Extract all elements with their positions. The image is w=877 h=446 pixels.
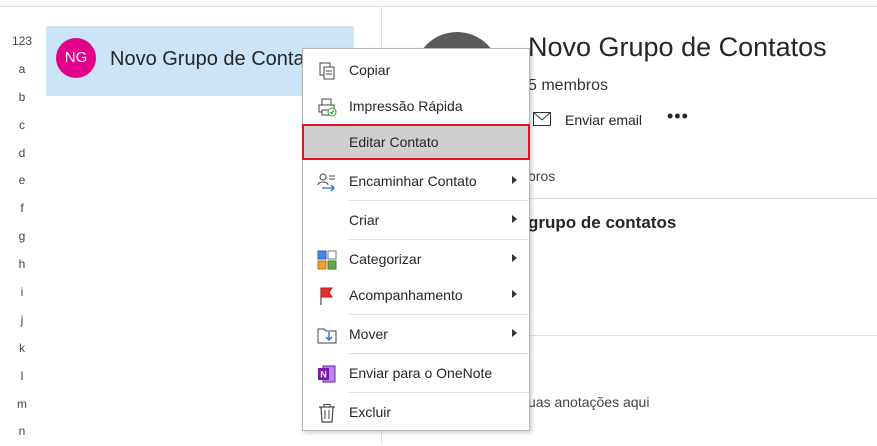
menu-item-label: Copiar	[349, 62, 391, 78]
move-icon	[317, 328, 337, 344]
top-border	[0, 0, 877, 7]
menu-item-forward-contact[interactable]: Encaminhar Contato	[303, 164, 529, 198]
notes-placeholder[interactable]: uas anotações aqui	[528, 394, 649, 410]
alpha-index-item[interactable]: j	[0, 307, 44, 335]
more-options-button[interactable]: •••	[667, 106, 689, 127]
send-email-button[interactable]: Enviar email	[565, 112, 642, 128]
detail-title: Novo Grupo de Contatos	[528, 32, 827, 62]
menu-separator	[349, 239, 529, 240]
alpha-index-item[interactable]: b	[0, 84, 44, 112]
alpha-index-item[interactable]: d	[0, 140, 44, 168]
menu-separator	[349, 353, 529, 354]
contact-name: Novo Grupo de Contatos	[110, 48, 332, 70]
svg-text:N: N	[320, 370, 327, 380]
context-menu: Copiar Impressão Rápida Editar Contato E…	[302, 48, 530, 431]
menu-item-follow-up[interactable]: Acompanhamento	[303, 278, 529, 312]
menu-separator	[349, 314, 529, 315]
alpha-index-item[interactable]: n	[0, 418, 44, 446]
alpha-index-item[interactable]: e	[0, 167, 44, 195]
section-heading: grupo de contatos	[528, 213, 677, 232]
submenu-arrow-icon	[512, 215, 517, 223]
submenu-arrow-icon	[512, 254, 517, 262]
alpha-index-item[interactable]: c	[0, 112, 44, 140]
quick-print-icon	[318, 98, 337, 117]
alpha-index-item[interactable]: 123	[0, 28, 44, 56]
categorize-icon	[317, 250, 337, 270]
forward-contact-icon	[317, 173, 335, 192]
flag-icon	[320, 287, 333, 305]
submenu-arrow-icon	[512, 329, 517, 337]
menu-item-send-to-onenote[interactable]: N Enviar para o OneNote	[303, 356, 529, 390]
menu-item-label: Enviar para o OneNote	[349, 365, 493, 381]
submenu-arrow-icon	[512, 290, 517, 298]
alpha-index-item[interactable]: k	[0, 335, 44, 363]
alpha-index-item[interactable]: g	[0, 223, 44, 251]
alpha-index-item[interactable]: i	[0, 279, 44, 307]
submenu-arrow-icon	[512, 176, 517, 184]
menu-item-label: Acompanhamento	[349, 287, 463, 303]
menu-item-label: Impressão Rápida	[349, 98, 463, 114]
copy-icon	[319, 62, 335, 80]
divider	[525, 198, 877, 199]
avatar: NG	[56, 38, 96, 78]
divider	[525, 335, 877, 336]
menu-item-label: Categorizar	[349, 251, 422, 267]
menu-item-label: Criar	[349, 212, 380, 228]
menu-separator	[349, 200, 529, 201]
member-count: 5 membros	[528, 77, 609, 94]
menu-item-quick-print[interactable]: Impressão Rápida	[303, 89, 529, 123]
menu-item-label: Excluir	[349, 404, 392, 420]
menu-separator	[349, 392, 529, 393]
alpha-index-item[interactable]: a	[0, 56, 44, 84]
alphabet-index: 123 a b c d e f g h i j k l m n	[0, 28, 44, 446]
alpha-index-item[interactable]: l	[0, 363, 44, 391]
menu-item-label: Mover	[349, 326, 388, 342]
menu-item-categorize[interactable]: Categorizar	[303, 242, 529, 276]
menu-item-create[interactable]: Criar	[303, 203, 529, 237]
alpha-index-item[interactable]: f	[0, 195, 44, 223]
onenote-icon: N	[318, 365, 336, 383]
menu-item-label: Encaminhar Contato	[349, 173, 477, 189]
menu-item-delete[interactable]: Excluir	[303, 395, 529, 429]
menu-item-copy[interactable]: Copiar	[303, 53, 529, 87]
mail-icon[interactable]	[533, 112, 551, 126]
members-tab[interactable]: bros	[528, 168, 555, 184]
delete-icon	[319, 404, 335, 423]
highlight-annotation-box	[302, 124, 530, 160]
alpha-index-item[interactable]: h	[0, 251, 44, 279]
menu-item-move[interactable]: Mover	[303, 317, 529, 351]
alpha-index-item[interactable]: m	[0, 391, 44, 419]
